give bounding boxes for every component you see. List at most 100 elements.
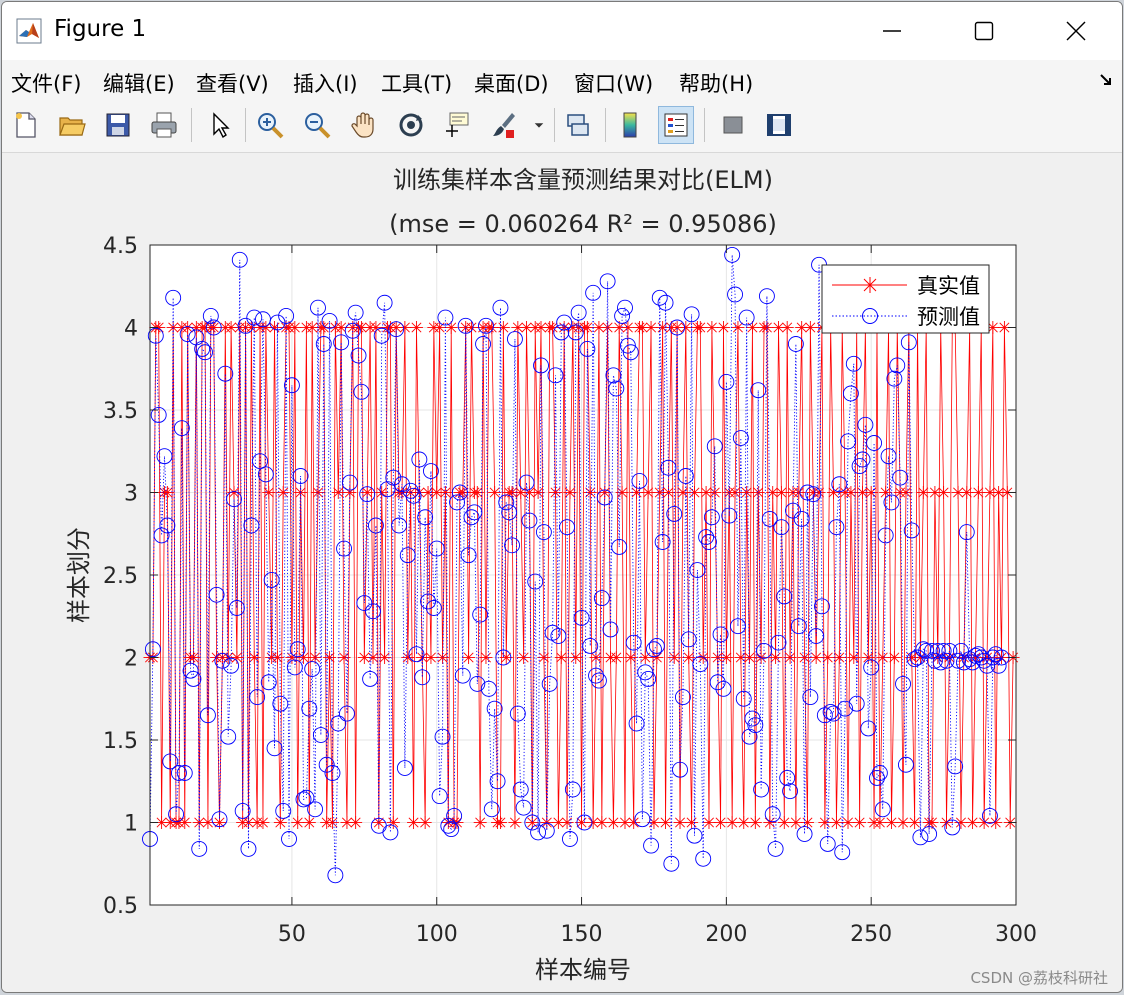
- true-point: [178, 816, 192, 829]
- true-point: [899, 486, 913, 499]
- true-point: [644, 321, 658, 334]
- dock-arrow-icon[interactable]: [1098, 72, 1114, 88]
- select-button[interactable]: [202, 106, 238, 144]
- colorbar-button[interactable]: [612, 106, 648, 144]
- y-tick-label: 1.5: [103, 729, 138, 754]
- legend-true-marker: [862, 277, 878, 293]
- window-title: Figure 1: [54, 16, 147, 42]
- true-point: [227, 486, 241, 499]
- toolbar-separator: [605, 108, 606, 142]
- true-point: [624, 651, 638, 664]
- print-icon: [151, 112, 177, 138]
- menu-file[interactable]: 文件(F): [11, 68, 81, 98]
- true-point: [737, 816, 751, 829]
- brush-button[interactable]: [485, 106, 521, 144]
- true-point: [876, 651, 890, 664]
- true-point: [708, 486, 722, 499]
- open-file-button[interactable]: [54, 106, 90, 144]
- menu-desktop[interactable]: 桌面(D): [474, 68, 549, 98]
- true-point: [659, 816, 673, 829]
- true-point: [763, 816, 777, 829]
- zoom-in-button[interactable]: [252, 106, 288, 144]
- true-point: [517, 651, 531, 664]
- toolbar-separator: [554, 108, 555, 142]
- menu-edit[interactable]: 编辑(E): [103, 68, 175, 98]
- true-point: [780, 321, 794, 334]
- pan-button[interactable]: [346, 106, 382, 144]
- true-point: [829, 816, 843, 829]
- hide-plot-tools-icon: [723, 116, 743, 134]
- true-point: [716, 321, 730, 334]
- true-point: [317, 321, 331, 334]
- x-axis-label: 样本编号: [535, 956, 631, 984]
- true-point: [743, 651, 757, 664]
- chart-title: 训练集样本含量预测结果对比(ELM): [393, 166, 773, 194]
- true-point: [705, 321, 719, 334]
- print-button[interactable]: [146, 106, 182, 144]
- save-icon: [106, 113, 130, 137]
- true-point: [563, 486, 577, 499]
- true-point: [971, 486, 985, 499]
- close-button[interactable]: [1030, 2, 1122, 60]
- true-point: [485, 321, 499, 334]
- zoom-out-icon: [305, 113, 331, 139]
- minimize-button[interactable]: [846, 2, 938, 60]
- hide-plot-tools-button[interactable]: [715, 106, 751, 144]
- true-point: [418, 816, 432, 829]
- menu-help[interactable]: 帮助(H): [679, 68, 753, 98]
- true-point: [560, 816, 574, 829]
- colorbar-icon: [623, 112, 637, 138]
- true-point: [531, 486, 545, 499]
- true-point: [783, 651, 797, 664]
- true-point: [302, 816, 316, 829]
- zoom-out-button[interactable]: [299, 106, 335, 144]
- chart-subtitle: (mse = 0.060264 R² = 0.95086): [389, 210, 777, 238]
- true-point: [803, 321, 817, 334]
- show-plot-tools-button[interactable]: [761, 106, 797, 144]
- true-point: [409, 321, 423, 334]
- true-point: [679, 321, 693, 334]
- true-point: [297, 651, 311, 664]
- true-point: [954, 816, 968, 829]
- data-cursor-icon: [446, 112, 469, 137]
- menu-tools[interactable]: 工具(T): [381, 68, 452, 98]
- rotate-3d-icon: [399, 113, 423, 137]
- minimize-icon: [883, 30, 901, 32]
- y-tick-label: 2: [124, 647, 138, 672]
- menu-view[interactable]: 查看(V): [196, 68, 269, 98]
- legend-icon: [664, 113, 688, 137]
- menu-insert[interactable]: 插入(I): [293, 68, 358, 98]
- true-point: [861, 651, 875, 664]
- true-point: [323, 651, 337, 664]
- true-point: [809, 651, 823, 664]
- save-button[interactable]: [100, 106, 136, 144]
- true-point: [291, 816, 305, 829]
- true-point: [673, 816, 687, 829]
- legend[interactable]: 真实值 预测值: [821, 264, 990, 334]
- menu-window[interactable]: 窗口(W): [574, 68, 653, 98]
- new-figure-button[interactable]: [8, 106, 44, 144]
- title-bar[interactable]: Figure 1: [2, 2, 1122, 60]
- true-point: [841, 816, 855, 829]
- true-point: [748, 816, 762, 829]
- link-plot-button[interactable]: [560, 106, 596, 144]
- true-point: [493, 816, 507, 829]
- true-point: [262, 486, 276, 499]
- plot-svg[interactable]: 50 100 150 200 250 300 0.5 1 1.5 2 2.5 3 3.5 4 4.5 训练集…: [2, 153, 1122, 992]
- true-point: [847, 651, 861, 664]
- legend-button[interactable]: [658, 106, 694, 144]
- figure-window: Figure 1 文件(F) 编辑(E) 查看(V) 插入(I) 工具(T) 桌…: [1, 1, 1123, 993]
- rotate-button[interactable]: [393, 106, 429, 144]
- select-arrow-icon: [213, 112, 230, 139]
- data-cursor-button[interactable]: [439, 106, 475, 144]
- show-plot-tools-icon: [767, 114, 791, 136]
- maximize-button[interactable]: [938, 2, 1030, 60]
- true-point: [270, 651, 284, 664]
- true-point: [789, 816, 803, 829]
- brush-dropdown-button[interactable]: [530, 106, 548, 144]
- figure-canvas: 50 100 150 200 250 300 0.5 1 1.5 2 2.5 3 3.5 4 4.5 训练集…: [2, 153, 1122, 992]
- x-tick-label: 250: [850, 922, 892, 947]
- legend-true-label: 真实值: [917, 274, 980, 298]
- true-point: [598, 486, 612, 499]
- true-point: [479, 651, 493, 664]
